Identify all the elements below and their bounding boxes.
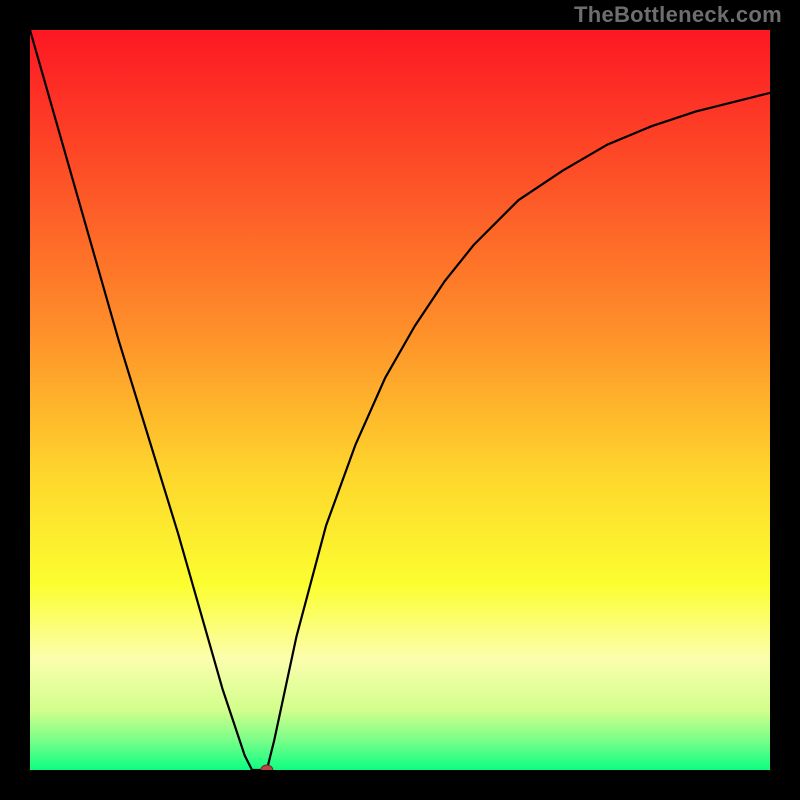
plot-area (30, 30, 770, 770)
gradient-background (30, 30, 770, 770)
watermark-text: TheBottleneck.com (574, 2, 782, 28)
chart-frame: TheBottleneck.com (0, 0, 800, 800)
chart-svg (30, 30, 770, 770)
